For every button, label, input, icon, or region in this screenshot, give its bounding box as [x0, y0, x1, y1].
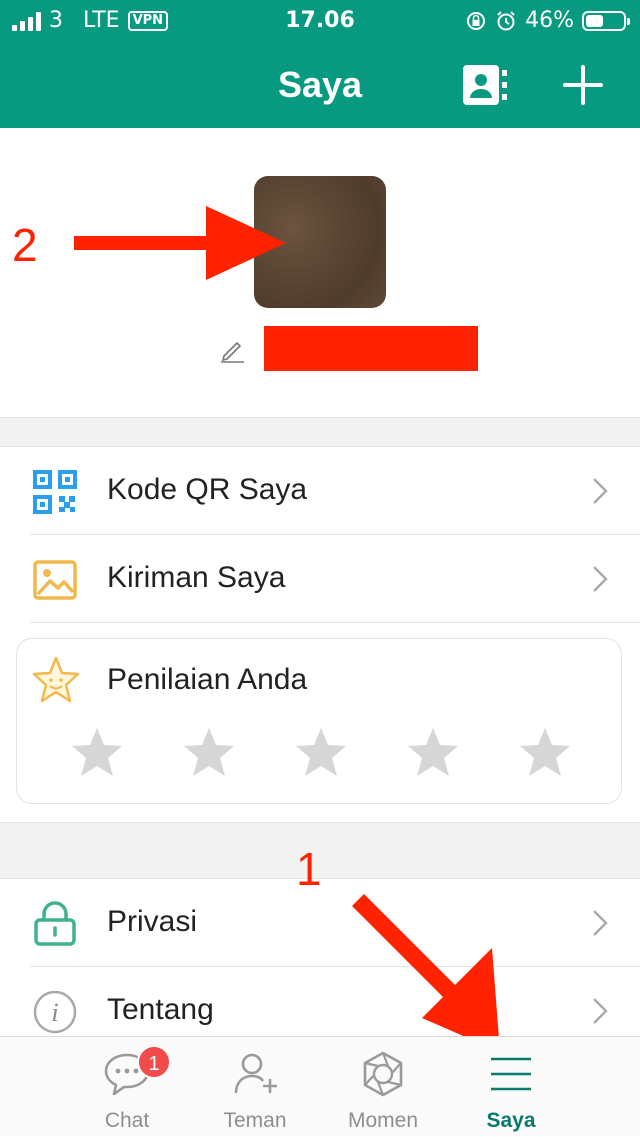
rating-star-icon[interactable] — [293, 725, 349, 781]
rotation-lock-icon — [467, 11, 486, 30]
menu-item-qr-code[interactable]: Kode QR Saya — [0, 447, 640, 535]
image-icon — [33, 560, 77, 600]
rating-stars[interactable] — [69, 725, 573, 781]
rating-star-icon[interactable] — [181, 725, 237, 781]
contacts-icon[interactable] — [462, 64, 508, 106]
menu-item-label: Privasi — [107, 905, 198, 938]
tab-me[interactable]: Saya — [447, 1037, 575, 1137]
tab-label: Teman — [223, 1109, 287, 1132]
status-bar: 3 LTE VPN 17.06 46% — [0, 0, 640, 40]
add-icon[interactable] — [562, 64, 604, 106]
chevron-right-icon — [593, 478, 608, 504]
tab-label: Momen — [347, 1109, 419, 1132]
menu-item-label: Kiriman Saya — [107, 561, 286, 594]
menu-item-label: Tentang — [107, 993, 214, 1026]
section-gap — [0, 417, 640, 446]
smiling-star-icon — [32, 656, 80, 703]
battery-icon — [582, 10, 630, 31]
menu-lines-icon — [491, 1057, 531, 1091]
tab-label: Chat — [104, 1109, 150, 1132]
menu-item-about[interactable]: i Tentang — [0, 967, 640, 1036]
menu-item-label: Kode QR Saya — [107, 473, 308, 506]
info-icon: i — [33, 990, 77, 1034]
unread-badge: 1 — [137, 1045, 171, 1079]
menu-item-my-posts[interactable]: Kiriman Saya — [0, 535, 640, 623]
lock-icon — [34, 901, 76, 946]
qr-code-icon — [33, 470, 77, 514]
annotation-arrow-2 — [74, 206, 286, 280]
add-friend-icon — [234, 1053, 277, 1094]
battery-percent: 46% — [525, 8, 574, 33]
svg-text:i: i — [51, 998, 58, 1027]
rating-star-icon[interactable] — [69, 725, 125, 781]
rating-star-icon[interactable] — [517, 725, 573, 781]
tab-friends[interactable]: Teman — [191, 1037, 319, 1137]
annotation-number-2: 2 — [12, 219, 38, 271]
chevron-right-icon — [593, 910, 608, 936]
tab-chat[interactable]: 1 Chat — [63, 1037, 191, 1137]
redacted-name — [264, 326, 478, 371]
divider — [30, 622, 640, 623]
chevron-right-icon — [593, 998, 608, 1024]
annotation-number-1: 1 — [296, 843, 322, 895]
aperture-icon — [363, 1051, 403, 1097]
chevron-right-icon — [593, 566, 608, 592]
divider — [0, 822, 640, 823]
tab-moments[interactable]: Momen — [319, 1037, 447, 1137]
profile-section: 2 — [0, 128, 640, 417]
annotation-arrow-1 — [352, 894, 500, 1052]
status-right: 46% — [465, 8, 630, 33]
tab-bar: 1 Chat Teman Momen Saya — [0, 1036, 640, 1136]
rating-star-icon[interactable] — [405, 725, 461, 781]
nav-bar: Saya — [0, 40, 640, 128]
edit-pencil-icon[interactable] — [218, 336, 246, 364]
rating-title: Penilaian Anda — [107, 663, 308, 696]
page-title: Saya — [277, 64, 363, 105]
rating-card: Penilaian Anda — [16, 638, 622, 804]
divider — [0, 417, 640, 418]
alarm-icon — [497, 10, 515, 30]
tab-label: Saya — [486, 1109, 536, 1132]
battery-fill — [586, 14, 603, 27]
